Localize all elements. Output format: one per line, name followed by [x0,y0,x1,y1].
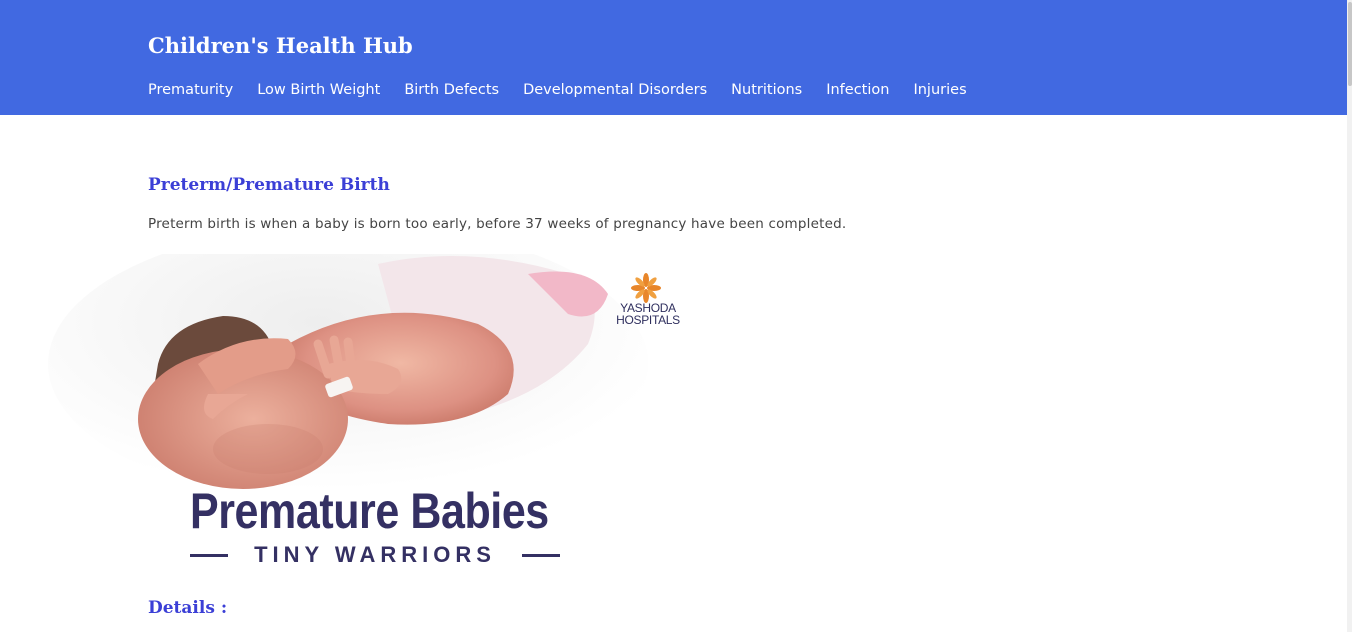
site-title[interactable]: Children's Health Hub [148,33,413,58]
banner-heading: Premature Babies [190,483,549,539]
logo-text: YASHODA HOSPITALS [606,302,690,326]
nav-link-prematurity[interactable]: Prematurity [148,80,233,100]
nav-link-birth-defects[interactable]: Birth Defects [404,80,499,100]
premature-babies-banner-image: YASHODA HOSPITALS Premature Babies TINY … [48,254,698,584]
nav-link-infection[interactable]: Infection [826,80,889,100]
nav-link-injuries[interactable]: Injuries [913,80,966,100]
vertical-scrollbar[interactable] [1347,0,1352,632]
banner-rule-left [190,553,228,557]
banner-subheading-row: TINY WARRIORS [190,541,560,569]
details-heading: Details : [148,598,228,618]
yashoda-hospitals-logo: YASHODA HOSPITALS [606,272,690,332]
nav-link-low-birth-weight[interactable]: Low Birth Weight [257,80,380,100]
site-header: Children's Health Hub Prematurity Low Bi… [0,0,1347,115]
logo-line2: HOSPITALS [616,313,680,327]
banner-subheading: TINY WARRIORS [254,542,496,567]
nav-link-nutritions[interactable]: Nutritions [731,80,802,100]
scrollbar-thumb[interactable] [1348,2,1352,86]
section-description: Preterm birth is when a baby is born too… [148,216,847,232]
main-nav: Prematurity Low Birth Weight Birth Defec… [148,80,967,100]
nav-link-developmental-disorders[interactable]: Developmental Disorders [523,80,707,100]
banner-rule-right [522,553,560,557]
section-title: Preterm/Premature Birth [148,175,390,195]
page: Children's Health Hub Prematurity Low Bi… [0,0,1352,632]
